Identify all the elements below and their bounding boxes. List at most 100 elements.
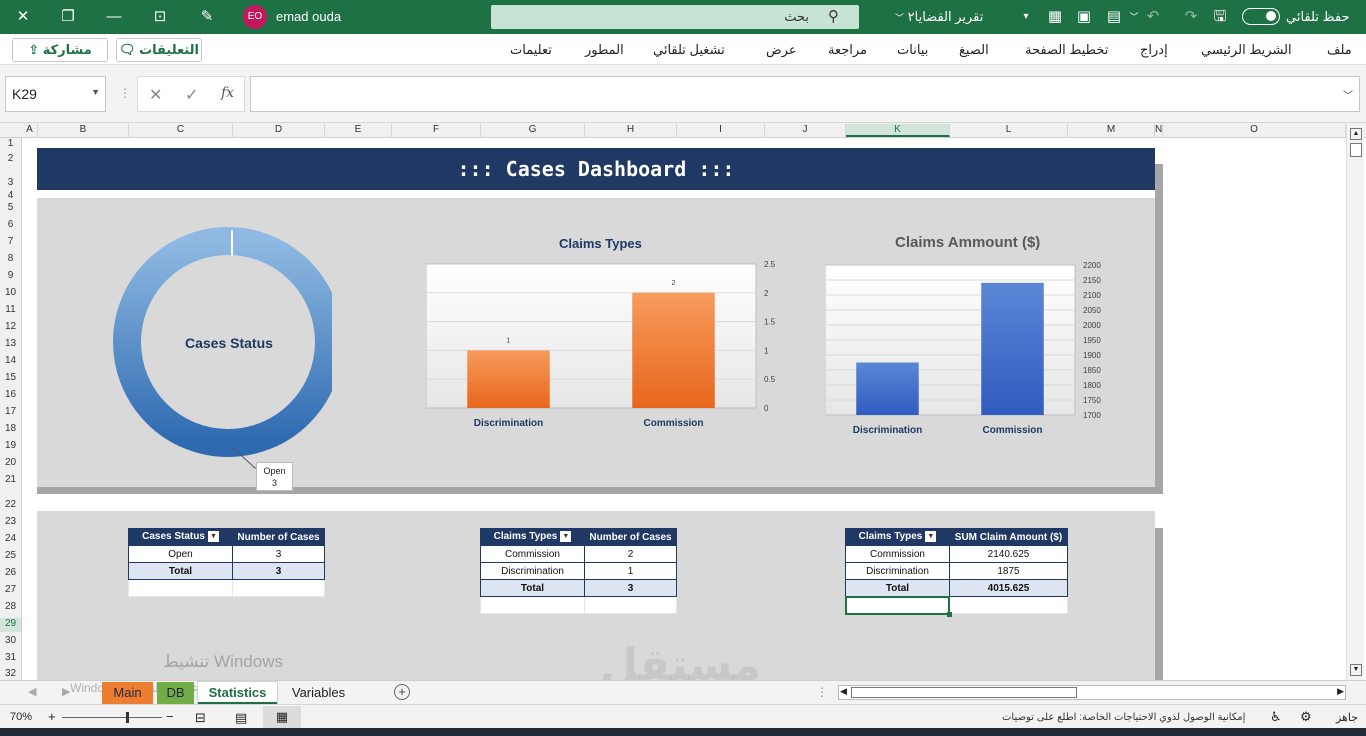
col-header[interactable]: E xyxy=(325,124,392,137)
sheet-tab-statistics[interactable]: Statistics xyxy=(198,682,277,704)
minimize-icon[interactable]: — xyxy=(104,7,124,27)
cases-status-chart[interactable] xyxy=(112,226,332,496)
save-icon[interactable]: 🖫 xyxy=(1210,7,1230,27)
row-header[interactable]: 19 xyxy=(0,440,21,451)
sheet-tab-main[interactable]: Main xyxy=(102,682,153,704)
col-header[interactable]: A xyxy=(22,124,38,137)
display-settings-icon[interactable]: ⚙ xyxy=(1300,709,1312,725)
vertical-scrollbar[interactable]: ▲ ▼ xyxy=(1346,124,1364,680)
undo-icon[interactable]: ↶ xyxy=(1143,7,1163,27)
scroll-left-icon[interactable]: ◀ xyxy=(840,686,847,697)
col-header[interactable]: O xyxy=(1163,124,1346,137)
zoom-level[interactable]: 70% xyxy=(10,711,32,723)
claims-types-chart[interactable]: 2.5 2 1.5 1 0.5 0 1 Discrimination 2 Commission xyxy=(426,256,806,436)
row-header[interactable]: 11 xyxy=(0,304,21,315)
row-header[interactable]: 10 xyxy=(0,287,21,298)
fill-handle[interactable] xyxy=(947,612,952,617)
empty-cell[interactable] xyxy=(584,596,677,614)
col-header[interactable]: M xyxy=(1068,124,1155,137)
row-header[interactable]: 31 xyxy=(0,652,21,663)
scroll-up-icon[interactable]: ▲ xyxy=(1350,128,1362,140)
share-button[interactable]: ⇪ مشاركة xyxy=(12,38,108,62)
col-header[interactable]: N xyxy=(1155,124,1163,137)
drag-handle-icon[interactable]: ⋮ xyxy=(119,86,131,100)
tab-home[interactable]: الشريط الرئيسي xyxy=(1201,42,1292,58)
page-break-view-icon[interactable]: ⊟ xyxy=(195,710,206,726)
pivot-cases-status[interactable]: Cases Status ▼ Number of Cases Open 3 Tot… xyxy=(128,528,325,597)
selected-cell-k29[interactable] xyxy=(845,596,952,617)
restore-icon[interactable]: ❐ xyxy=(58,7,78,27)
row-header[interactable]: 22 xyxy=(0,499,21,510)
scroll-thumb[interactable] xyxy=(851,687,1077,698)
pivot-cell[interactable]: 1875 xyxy=(949,562,1068,580)
empty-cell[interactable] xyxy=(232,579,325,597)
row-header[interactable]: 17 xyxy=(0,406,21,417)
empty-cell[interactable] xyxy=(128,579,233,597)
close-icon[interactable]: ✕ xyxy=(13,7,33,27)
row-header[interactable]: 13 xyxy=(0,338,21,349)
sheet-tab-db[interactable]: DB xyxy=(157,682,194,704)
pivot-cell[interactable]: Open xyxy=(128,545,233,563)
pivot-cell[interactable]: 2 xyxy=(584,545,677,563)
redo-icon[interactable]: ↷ xyxy=(1181,7,1201,27)
row-header[interactable]: 16 xyxy=(0,389,21,400)
normal-view-icon[interactable]: ▦ xyxy=(263,706,301,728)
col-header[interactable]: D xyxy=(233,124,325,137)
accessibility-icon[interactable]: ♿ xyxy=(1270,709,1282,725)
zoom-out-icon[interactable]: + xyxy=(48,709,56,724)
pivot-claims-types[interactable]: Claims Types ▼ Number of Cases Commission… xyxy=(480,528,677,614)
file-name[interactable]: ﹀ تقرير القضايا٢ xyxy=(895,9,983,25)
autosave-toggle[interactable] xyxy=(1242,8,1280,25)
row-header[interactable]: 30 xyxy=(0,635,21,646)
empty-cell[interactable] xyxy=(949,596,1068,614)
col-header[interactable]: G xyxy=(481,124,585,137)
row-header[interactable]: 8 xyxy=(0,253,21,264)
qat-dropdown-icon[interactable]: ▾ xyxy=(1016,7,1036,27)
cancel-icon[interactable]: ✕ xyxy=(149,85,162,105)
pivot-header[interactable]: Claims Types ▼ xyxy=(845,528,950,546)
filter-dropdown-icon[interactable]: ▼ xyxy=(207,531,219,543)
pivot-header[interactable]: Number of Cases xyxy=(584,528,677,546)
pivot-total-label[interactable]: Total xyxy=(128,562,233,580)
pivot-total-label[interactable]: Total xyxy=(480,579,585,597)
empty-cell[interactable] xyxy=(480,596,585,614)
tab-insert[interactable]: إدراج xyxy=(1140,42,1168,58)
zoom-slider[interactable] xyxy=(62,712,162,723)
scroll-down-icon[interactable]: ▼ xyxy=(1350,664,1362,676)
pivot-cell[interactable]: Commission xyxy=(845,545,950,563)
row-header[interactable]: 24 xyxy=(0,533,21,544)
formula-input[interactable]: ﹀ xyxy=(250,76,1360,112)
insert-function-button[interactable]: fx xyxy=(221,85,234,101)
zoom-in-icon[interactable]: − xyxy=(166,709,174,724)
ribbon-display-icon[interactable]: ⊡ xyxy=(150,7,170,27)
tab-review[interactable]: مراجعة xyxy=(828,42,867,58)
pen-icon[interactable]: ✎ xyxy=(197,7,217,27)
pivot-total-value[interactable]: 3 xyxy=(232,562,325,580)
pivot-header[interactable]: Number of Cases xyxy=(232,528,325,546)
row-header[interactable]: 5 xyxy=(0,202,21,213)
col-header[interactable]: H xyxy=(585,124,677,137)
col-header[interactable]: F xyxy=(392,124,481,137)
form-icon[interactable]: ▦ xyxy=(1045,7,1065,27)
tab-developer[interactable]: المطور xyxy=(585,42,624,58)
pivot-total-value[interactable]: 4015.625 xyxy=(949,579,1068,597)
tab-help[interactable]: تعليمات xyxy=(510,42,552,58)
user-name[interactable]: emad ouda xyxy=(276,9,341,24)
row-header[interactable]: 4 xyxy=(0,190,21,201)
tab-view[interactable]: عرض xyxy=(766,42,797,58)
avatar[interactable]: EO xyxy=(243,5,267,29)
filter-dropdown-icon[interactable]: ▼ xyxy=(925,531,937,543)
row-header[interactable]: 1 xyxy=(0,138,21,149)
row-header[interactable]: 28 xyxy=(0,601,21,612)
col-header[interactable]: B xyxy=(38,124,129,137)
pivot-cell[interactable]: 1 xyxy=(584,562,677,580)
row-header[interactable]: 14 xyxy=(0,355,21,366)
sheet-tab-variables[interactable]: Variables xyxy=(281,682,356,704)
row-header[interactable]: 27 xyxy=(0,584,21,595)
col-header[interactable]: I xyxy=(677,124,765,137)
row-header[interactable]: 3 xyxy=(0,177,21,188)
col-header-active[interactable]: K xyxy=(846,124,950,137)
row-header[interactable]: 12 xyxy=(0,321,21,332)
chevron-down-icon[interactable]: ﹀ xyxy=(1124,7,1144,27)
prev-sheet-icon[interactable]: ◀ xyxy=(28,685,36,698)
